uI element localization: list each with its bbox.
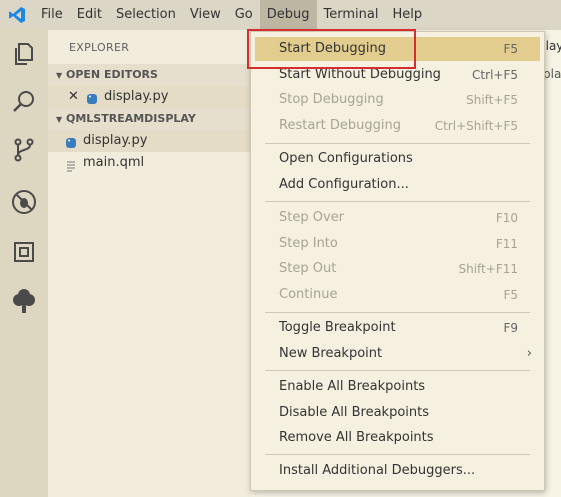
file-item-main-qml[interactable]: main.qml — [48, 152, 251, 174]
open-editor-item[interactable]: ✕ display.py — [48, 86, 251, 108]
close-icon[interactable]: ✕ — [68, 86, 79, 108]
menu-item-start-debugging[interactable]: Start Debugging F5 — [255, 37, 540, 61]
menu-file[interactable]: File — [34, 0, 70, 30]
menu-selection[interactable]: Selection — [109, 0, 183, 30]
menu-item-restart-debugging: Restart Debugging Ctrl+Shift+F5 — [279, 118, 518, 133]
menu-item-enable-all-breakpoints[interactable]: Enable All Breakpoints — [255, 375, 540, 399]
menu-bar: File Edit Selection View Go Debug Termin… — [0, 0, 561, 30]
menu-item-start-without-debugging[interactable]: Start Without Debugging Ctrl+F5 — [255, 63, 540, 87]
debug-menu: Start Debugging F5 Start Without Debuggi… — [250, 31, 545, 491]
caret-down-icon: ▼ — [56, 115, 63, 124]
menu-item-toggle-breakpoint[interactable]: Toggle Breakpoint F9 — [255, 316, 540, 340]
menu-item-remove-all-breakpoints[interactable]: Remove All Breakpoints — [255, 426, 540, 450]
vscode-logo-icon — [0, 0, 34, 30]
search-icon[interactable] — [0, 78, 48, 126]
menu-go[interactable]: Go — [228, 0, 260, 30]
explorer-sidebar: EXPLORER ▼ OPEN EDITORS ✕ display.py ▼ QML… — [48, 30, 251, 497]
caret-down-icon: ▼ — [56, 71, 63, 80]
menu-separator — [265, 312, 530, 313]
menu-view[interactable]: View — [183, 0, 228, 30]
editor-breadcrumb-fragment: pla — [543, 67, 561, 81]
menu-item-step-into: Step Into F11 — [279, 236, 518, 251]
menu-edit[interactable]: Edit — [70, 0, 109, 30]
menu-item-install-additional-debuggers[interactable]: Install Additional Debuggers... — [255, 459, 540, 483]
menu-item-new-breakpoint[interactable]: New Breakpoint › — [255, 342, 540, 366]
chevron-right-icon: › — [526, 346, 532, 361]
menu-separator — [265, 454, 530, 455]
menu-item-stop-debugging: Stop Debugging Shift+F5 — [279, 92, 518, 107]
menu-debug[interactable]: Debug — [259, 0, 317, 30]
menu-item-add-configuration[interactable]: Add Configuration... — [255, 173, 540, 197]
open-editors-header[interactable]: ▼ OPEN EDITORS — [48, 64, 251, 86]
menu-item-open-configurations[interactable]: Open Configurations — [255, 147, 540, 171]
extensions-icon[interactable] — [0, 228, 48, 276]
tree-icon[interactable] — [0, 278, 48, 326]
file-item-display-py[interactable]: display.py — [48, 130, 251, 152]
project-header[interactable]: ▼ QMLSTREAMDISPLAY — [48, 108, 251, 130]
files-icon[interactable] — [0, 30, 48, 78]
menu-item-step-over: Step Over F10 — [279, 210, 518, 225]
menu-terminal[interactable]: Terminal — [317, 0, 386, 30]
explorer-title: EXPLORER — [69, 41, 130, 54]
menu-separator — [265, 201, 530, 202]
menu-item-continue: Continue F5 — [279, 287, 518, 302]
menu-separator — [265, 370, 530, 371]
activity-bar — [0, 30, 48, 497]
menu-help[interactable]: Help — [385, 0, 429, 30]
text-file-icon — [67, 158, 75, 180]
debug-icon[interactable] — [0, 178, 48, 226]
source-control-icon[interactable] — [0, 126, 48, 174]
menu-item-step-out: Step Out Shift+F11 — [279, 261, 518, 276]
menu-item-disable-all-breakpoints[interactable]: Disable All Breakpoints — [255, 401, 540, 425]
menu-separator — [265, 143, 530, 144]
